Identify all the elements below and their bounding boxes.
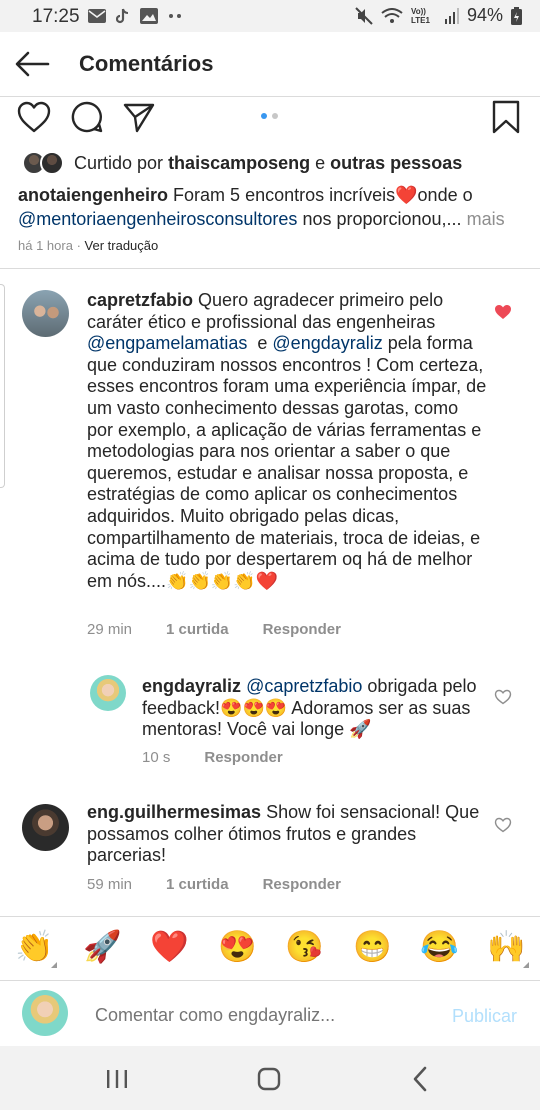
avatar bbox=[40, 151, 64, 175]
caption-username[interactable]: anotaiengenheiro bbox=[18, 185, 168, 205]
page-title: Comentários bbox=[79, 51, 214, 76]
comment-time: 10 s bbox=[142, 749, 171, 766]
skin-tone-indicator bbox=[523, 962, 529, 968]
system-nav-bar bbox=[0, 1046, 540, 1110]
comment-username[interactable]: capretzfabio bbox=[87, 290, 193, 310]
comment-username[interactable]: eng.guilhermesimas bbox=[87, 802, 261, 822]
comment-mention[interactable]: @engpamelamatias bbox=[87, 333, 247, 353]
translate-link[interactable]: Ver tradução bbox=[85, 238, 159, 253]
send-paper-plane-icon[interactable] bbox=[122, 100, 156, 134]
emoji-joy[interactable]: 😂 bbox=[420, 928, 459, 966]
network-label: Vo)) LTE1 bbox=[410, 6, 430, 25]
comment-item: eng.guilhermesimas Show foi sensacional!… bbox=[87, 802, 487, 867]
caption-mention[interactable]: @mentoriaengenheirosconsultores bbox=[18, 209, 297, 229]
comments-header: Comentários bbox=[0, 32, 540, 97]
status-system-icons: Vo)) LTE1 94% bbox=[355, 5, 522, 26]
caption-text: Foram 5 encontros incríveis❤️onde o bbox=[173, 185, 473, 205]
status-time: 17:25 bbox=[32, 6, 80, 27]
status-notification-icons bbox=[88, 6, 182, 26]
status-bar: 17:25 Vo)) LTE1 94% bbox=[0, 0, 540, 32]
image-icon bbox=[140, 8, 158, 24]
publish-button[interactable]: Publicar bbox=[452, 1006, 517, 1027]
recent-apps-icon[interactable] bbox=[104, 1068, 130, 1090]
comment-mention[interactable]: @capretzfabio bbox=[246, 676, 362, 696]
caption-more-link[interactable]: mais bbox=[467, 209, 505, 229]
post-meta: há 1 hora · Ver tradução bbox=[18, 238, 158, 253]
comment-item: engdayraliz @capretzfabio obrigada pelo … bbox=[142, 676, 487, 741]
comment-bubble-icon[interactable] bbox=[70, 100, 104, 134]
post-time: há 1 hora bbox=[18, 238, 73, 253]
emoji-grin[interactable]: 😁 bbox=[353, 928, 392, 966]
home-icon[interactable] bbox=[257, 1067, 281, 1091]
reply-button[interactable]: Responder bbox=[263, 876, 341, 893]
carousel-dot bbox=[272, 113, 278, 119]
emoji-kiss[interactable]: 😘 bbox=[285, 928, 324, 966]
divider bbox=[0, 268, 540, 269]
bookmark-icon[interactable] bbox=[490, 100, 522, 134]
post-caption: anotaiengenheiro Foram 5 encontros incrí… bbox=[18, 183, 528, 231]
comment-mention[interactable]: @engdayraliz bbox=[272, 333, 382, 353]
comment-likes-count[interactable]: 1 curtida bbox=[166, 621, 229, 638]
carousel-dot-active bbox=[261, 113, 267, 119]
scroll-indicator bbox=[0, 284, 5, 488]
emoji-rocket[interactable]: 🚀 bbox=[83, 928, 122, 966]
heart-outline-icon[interactable] bbox=[494, 689, 512, 705]
signal-icon bbox=[444, 7, 459, 24]
battery-icon bbox=[511, 6, 522, 25]
more-dots-icon bbox=[169, 14, 181, 18]
avatar[interactable] bbox=[22, 290, 69, 337]
emoji-heart[interactable]: ❤️ bbox=[150, 928, 189, 966]
carousel-indicator bbox=[261, 113, 278, 119]
heart-outline-icon[interactable] bbox=[494, 817, 512, 833]
caption-text-2: nos proporcionou,... bbox=[302, 209, 462, 229]
emoji-raised-hands[interactable]: 🙌 bbox=[487, 928, 526, 966]
comment-likes-count[interactable]: 1 curtida bbox=[166, 876, 229, 893]
comment-username[interactable]: engdayraliz bbox=[142, 676, 241, 696]
emoji-quick-bar: 👏 🚀 ❤️ 😍 😘 😁 😂 🙌 bbox=[0, 928, 540, 968]
comment-meta: 10 s Responder bbox=[142, 749, 283, 766]
wifi-icon bbox=[381, 7, 403, 23]
mute-icon bbox=[355, 6, 373, 25]
divider bbox=[0, 980, 540, 981]
comment-body: e bbox=[257, 333, 268, 354]
battery-percent: 94% bbox=[466, 5, 503, 25]
comment-time: 59 min bbox=[87, 876, 133, 893]
liked-by-others[interactable]: outras pessoas bbox=[330, 153, 462, 173]
comment-item: capretzfabio Quero agradecer primeiro pe… bbox=[87, 290, 487, 592]
liked-by-text[interactable]: Curtido por thaiscamposeng e outras pess… bbox=[74, 153, 462, 174]
skin-tone-indicator bbox=[51, 962, 57, 968]
meta-separator: · bbox=[76, 238, 81, 253]
comment-input[interactable] bbox=[95, 1005, 435, 1026]
emoji-clap[interactable]: 👏 bbox=[15, 928, 54, 966]
emoji-heart-eyes[interactable]: 😍 bbox=[218, 928, 257, 966]
liked-by-prefix: Curtido por bbox=[74, 153, 164, 173]
comment-meta: 59 min 1 curtida Responder bbox=[87, 876, 341, 893]
liked-by-connector: e bbox=[315, 153, 326, 173]
comment-time: 29 min bbox=[87, 621, 133, 638]
mail-icon bbox=[88, 9, 106, 23]
heart-filled-icon[interactable] bbox=[494, 304, 512, 320]
comment-meta: 29 min 1 curtida Responder bbox=[87, 621, 341, 638]
like-heart-icon[interactable] bbox=[16, 100, 52, 134]
back-chevron-icon[interactable] bbox=[410, 1066, 430, 1092]
tiktok-icon bbox=[116, 8, 129, 24]
reply-button[interactable]: Responder bbox=[204, 749, 282, 766]
avatar[interactable] bbox=[22, 804, 69, 851]
reply-button[interactable]: Responder bbox=[263, 621, 341, 638]
avatar[interactable] bbox=[90, 675, 126, 711]
avatar bbox=[22, 990, 68, 1036]
liked-by-avatars[interactable] bbox=[22, 151, 66, 175]
comment-body: pela forma que conduziram nossos encontr… bbox=[87, 333, 487, 591]
liked-by-user[interactable]: thaiscamposeng bbox=[168, 153, 310, 173]
arrow-left-icon[interactable] bbox=[14, 50, 50, 78]
divider bbox=[0, 916, 540, 917]
